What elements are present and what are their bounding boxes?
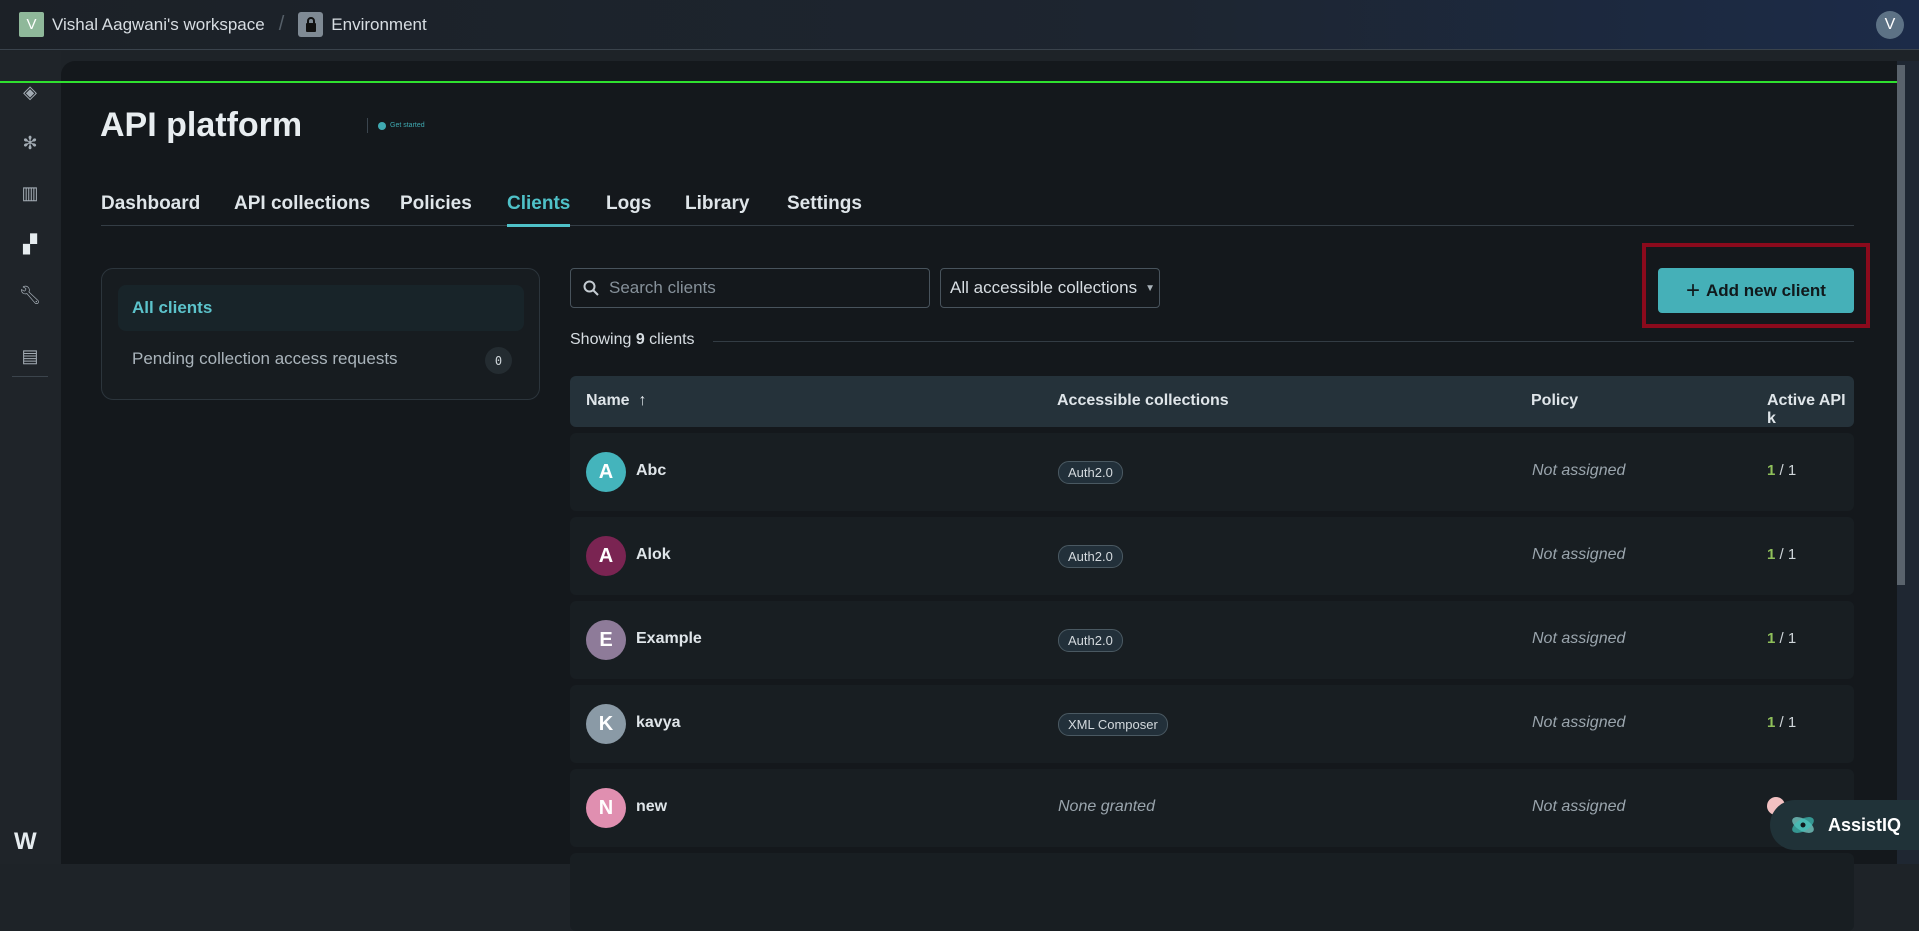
tab-dashboard[interactable]: Dashboard — [101, 193, 200, 215]
client-avatar: A — [586, 452, 626, 492]
search-input[interactable] — [609, 278, 909, 298]
active-api-keys: 1 / 1 — [1767, 462, 1797, 479]
collection-filter-value: All accessible collections — [950, 278, 1138, 297]
client-name[interactable]: kavya — [636, 714, 681, 732]
lock-icon — [298, 12, 324, 37]
book-icon[interactable]: ▥ — [19, 182, 41, 204]
active-api-keys: 1 / 1 — [1767, 546, 1797, 563]
tab-logs[interactable]: Logs — [606, 193, 651, 215]
client-name[interactable]: new — [636, 798, 667, 816]
atom-icon — [1792, 817, 1814, 833]
client-name[interactable]: Alok — [636, 546, 671, 564]
get-started-link[interactable]: Get started — [367, 118, 425, 133]
collection-chip: Auth2.0 — [1058, 629, 1123, 652]
table-row[interactable]: A Abc Auth2.0 Not assigned 1 / 1 — [570, 433, 1854, 511]
active-api-keys: 1 / 1 — [1767, 630, 1797, 647]
pending-count-badge: 0 — [485, 347, 512, 374]
column-name[interactable]: Name ↑ — [586, 392, 646, 410]
policy-value: Not assigned — [1532, 630, 1626, 647]
dashboard-icon[interactable]: ▞ — [19, 233, 41, 255]
rail-divider — [12, 376, 48, 377]
table-row[interactable]: N new None granted Not assigned — [570, 769, 1854, 847]
client-name[interactable]: Abc — [636, 462, 666, 480]
workspace-avatar[interactable]: V — [19, 12, 44, 37]
progress-line — [0, 81, 1919, 83]
clients-nav-card: All clients Pending collection access re… — [101, 268, 540, 400]
add-new-client-label: Add new client — [1706, 280, 1826, 300]
caret-down-icon: ▼ — [1145, 282, 1155, 294]
snowflake-icon[interactable]: ✻ — [19, 132, 41, 154]
assistiq-button[interactable]: AssistIQ — [1770, 800, 1919, 850]
tab-settings[interactable]: Settings — [787, 193, 862, 215]
policy-value: Not assigned — [1532, 546, 1626, 563]
collection-none: None granted — [1058, 798, 1155, 815]
scrollbar[interactable] — [1897, 61, 1919, 864]
showing-count: Showing 9 clients — [570, 331, 695, 348]
nav-all-clients[interactable]: All clients — [118, 285, 524, 331]
environment-name[interactable]: Environment — [331, 15, 426, 35]
collection-chip: XML Composer — [1058, 713, 1168, 736]
column-active-api-keys: Active API k — [1767, 392, 1846, 427]
workspace-name[interactable]: Vishal Aagwani's workspace — [52, 15, 265, 35]
add-new-client-button[interactable]: + Add new client — [1658, 268, 1854, 313]
collection-chip: Auth2.0 — [1058, 545, 1123, 568]
sort-asc-icon: ↑ — [638, 392, 647, 409]
breadcrumb-separator: / — [278, 13, 285, 35]
nav-pending-requests[interactable]: Pending collection access requests — [132, 349, 398, 369]
collection-filter-dropdown[interactable]: All accessible collections ▼ — [940, 268, 1160, 308]
client-avatar: E — [586, 620, 626, 660]
app-logo[interactable]: W — [14, 828, 37, 856]
plus-icon: + — [1686, 276, 1701, 304]
assistiq-label: AssistIQ — [1828, 814, 1902, 835]
table-header: Name ↑ Accessible collections Policy Act… — [570, 376, 1854, 427]
top-bar: V Vishal Aagwani's workspace / Environme… — [0, 0, 1919, 50]
side-rail: ◈ ✻ ▥ ▞ 🔧︎ ▤ — [0, 51, 61, 864]
server-security-icon[interactable]: ▤ — [19, 345, 41, 367]
policy-value: Not assigned — [1532, 714, 1626, 731]
divider — [713, 341, 1854, 342]
tab-bar: Dashboard API collections Policies Clien… — [101, 190, 1854, 227]
search-box[interactable] — [570, 268, 930, 308]
client-avatar: A — [586, 536, 626, 576]
column-policy: Policy — [1531, 392, 1579, 409]
policy-value: Not assigned — [1532, 462, 1626, 479]
collection-chip: Auth2.0 — [1058, 461, 1123, 484]
table-row[interactable]: A Alok Auth2.0 Not assigned 1 / 1 — [570, 517, 1854, 595]
tab-api-collections[interactable]: API collections — [234, 193, 370, 215]
table-row[interactable]: E Example Auth2.0 Not assigned 1 / 1 — [570, 601, 1854, 679]
policy-value: Not assigned — [1532, 798, 1626, 815]
tab-policies[interactable]: Policies — [400, 193, 472, 215]
get-started-label: Get started — [390, 122, 425, 129]
tab-library[interactable]: Library — [685, 193, 749, 215]
wrench-icon[interactable]: 🔧︎ — [19, 284, 42, 306]
page-title: API platform — [100, 106, 303, 144]
search-icon — [583, 280, 599, 296]
layers-icon[interactable]: ◈ — [19, 81, 41, 103]
column-accessible-collections: Accessible collections — [1057, 392, 1229, 409]
active-api-keys: 1 / 1 — [1767, 714, 1797, 731]
scrollbar-thumb[interactable] — [1897, 65, 1905, 585]
client-avatar: N — [586, 788, 626, 828]
table-row[interactable] — [570, 853, 1854, 931]
play-icon — [378, 121, 386, 130]
user-avatar[interactable]: V — [1876, 11, 1904, 39]
client-avatar: K — [586, 704, 626, 744]
tab-clients[interactable]: Clients — [507, 193, 571, 227]
table-row[interactable]: K kavya XML Composer Not assigned 1 / 1 — [570, 685, 1854, 763]
client-name[interactable]: Example — [636, 630, 702, 648]
